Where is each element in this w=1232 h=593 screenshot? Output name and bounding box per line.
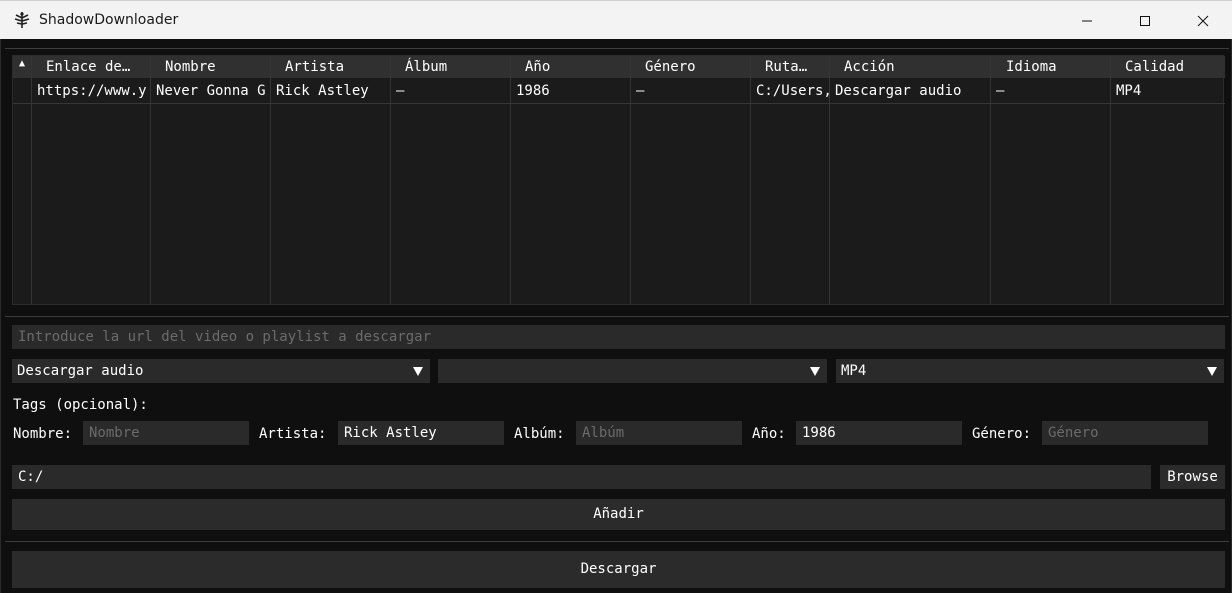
browse-button[interactable]: Browse [1160,465,1225,489]
column-divider[interactable] [990,56,991,304]
minimize-icon [1082,20,1092,21]
tags-heading: Tags (opcional): [13,397,148,413]
close-icon [1197,15,1209,26]
column-divider[interactable] [150,56,151,304]
column-divider[interactable] [750,56,751,304]
column-header-anio[interactable]: Año [525,56,635,78]
quality-select[interactable]: MP4 [836,359,1224,383]
cell-idioma: – [996,83,1005,99]
column-divider[interactable] [829,56,830,304]
table-header: ▲ Enlace de… Nombre Artista Álbum Año Gé… [13,56,1225,78]
main-panel: ▲ Enlace de… Nombre Artista Álbum Año Gé… [0,39,1232,593]
cell-anio: 1986 [516,83,550,99]
cell-enlace: https://www.y [37,83,147,99]
column-header-nombre[interactable]: Nombre [165,56,275,78]
maximize-icon [1140,15,1150,26]
column-divider[interactable] [390,56,391,304]
url-input[interactable]: Introduce la url del video o playlist a … [12,325,1225,349]
bottom-separator [5,541,1229,542]
artista-field[interactable]: Rick Astley [338,421,504,445]
app-logo-icon [12,10,32,30]
column-divider[interactable] [1110,56,1111,304]
top-separator [5,48,1229,49]
quality-select-value: MP4 [841,363,867,379]
genero-label: Género: [972,426,1032,442]
table-separator [5,316,1229,317]
column-header-calidad[interactable]: Calidad [1125,56,1221,78]
artista-label: Artista: [259,426,327,442]
close-button[interactable] [1174,1,1232,40]
column-divider[interactable] [270,56,271,304]
column-header-accion[interactable]: Acción [844,56,994,78]
chevron-down-icon [413,367,423,376]
anio-field[interactable]: 1986 [796,421,962,445]
cell-ruta: C:/Users, [756,83,829,99]
album-label: Albúm: [514,426,565,442]
column-header-idioma[interactable]: Idioma [1006,56,1116,78]
downloads-table[interactable]: ▲ Enlace de… Nombre Artista Álbum Año Gé… [12,55,1225,305]
chevron-down-icon [810,367,820,376]
add-button[interactable]: Añadir [12,499,1225,530]
action-select-value: Descargar audio [17,363,144,379]
anio-label: Año: [752,426,786,442]
title-bar: ShadowDownloader [0,0,1232,39]
column-header-ruta[interactable]: Ruta… [765,56,837,78]
window-title: ShadowDownloader [39,12,179,28]
cell-genero: – [636,83,645,99]
chevron-down-icon [1207,367,1217,376]
album-field[interactable]: Albúm [576,421,742,445]
path-input[interactable]: C:/ [12,465,1151,489]
column-header-artista[interactable]: Artista [285,56,395,78]
cell-nombre: Never Gonna G [156,83,266,99]
download-button[interactable]: Descargar [12,551,1225,588]
column-divider[interactable] [630,56,631,304]
column-divider[interactable] [31,56,32,304]
sort-ascending-icon[interactable]: ▲ [19,58,25,69]
cell-album: – [396,83,405,99]
table-row[interactable]: https://www.y Never Gonna G Rick Astley … [13,78,1225,104]
language-select[interactable] [438,359,827,383]
cell-artista: Rick Astley [276,83,369,99]
nombre-field[interactable]: Nombre [83,421,249,445]
column-header-enlace[interactable]: Enlace de… [46,56,146,78]
action-select[interactable]: Descargar audio [12,359,430,383]
column-header-genero[interactable]: Género [645,56,755,78]
cell-calidad: MP4 [1116,83,1142,99]
minimize-button[interactable] [1058,1,1116,40]
genero-field[interactable]: Género [1042,421,1208,445]
column-header-album[interactable]: Álbum [405,56,515,78]
column-divider[interactable] [510,56,511,304]
cell-accion: Descargar audio [835,83,962,99]
maximize-button[interactable] [1116,1,1174,40]
nombre-label: Nombre: [13,426,73,442]
